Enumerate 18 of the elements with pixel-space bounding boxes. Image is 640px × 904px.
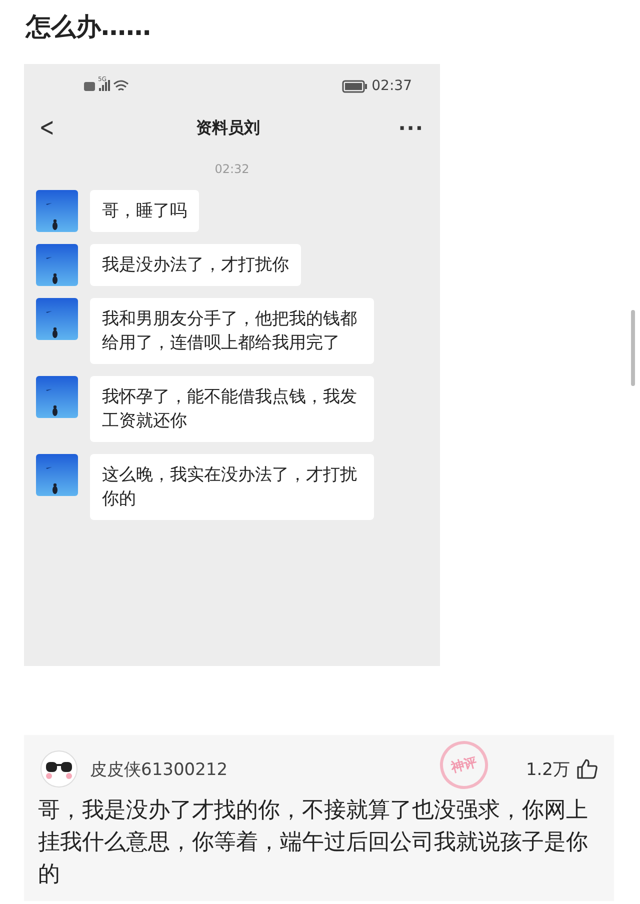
username[interactable]: 皮皮侠61300212 (90, 758, 228, 780)
back-button[interactable]: < (39, 115, 55, 141)
message-timestamp: 02:32 (214, 162, 250, 176)
thumbs-up-icon[interactable] (576, 758, 598, 780)
message-bubble: 我是没办法了，才打扰你 (90, 244, 301, 286)
avatar-icon (40, 750, 78, 788)
more-button[interactable]: ··· (398, 116, 424, 140)
battery-icon (342, 80, 368, 92)
like-count: 1.2万 (526, 758, 570, 780)
message-bubble: 这么晚，我实在没办法了，才打扰你的 (90, 454, 374, 520)
message-bubble: 我和男朋友分手了，他把我的钱都给用了，连借呗上都给我用完了 (90, 298, 374, 364)
message-bubble: 我怀孕了，能不能借我点钱，我发工资就还你 (90, 376, 374, 442)
post-title: 怎么办…… (26, 11, 151, 43)
chat-title: 资料员刘 (196, 118, 260, 138)
comment-text: 哥，我是没办了才找的你，不接就算了也没强求，你网上挂我什么意思，你等着，端午过后回公司我就说孩子是你的 (38, 797, 589, 889)
scrollbar[interactable] (631, 310, 635, 386)
status-time: 02:37 (372, 78, 412, 94)
message-bubble: 哥，睡了吗 (90, 190, 199, 232)
